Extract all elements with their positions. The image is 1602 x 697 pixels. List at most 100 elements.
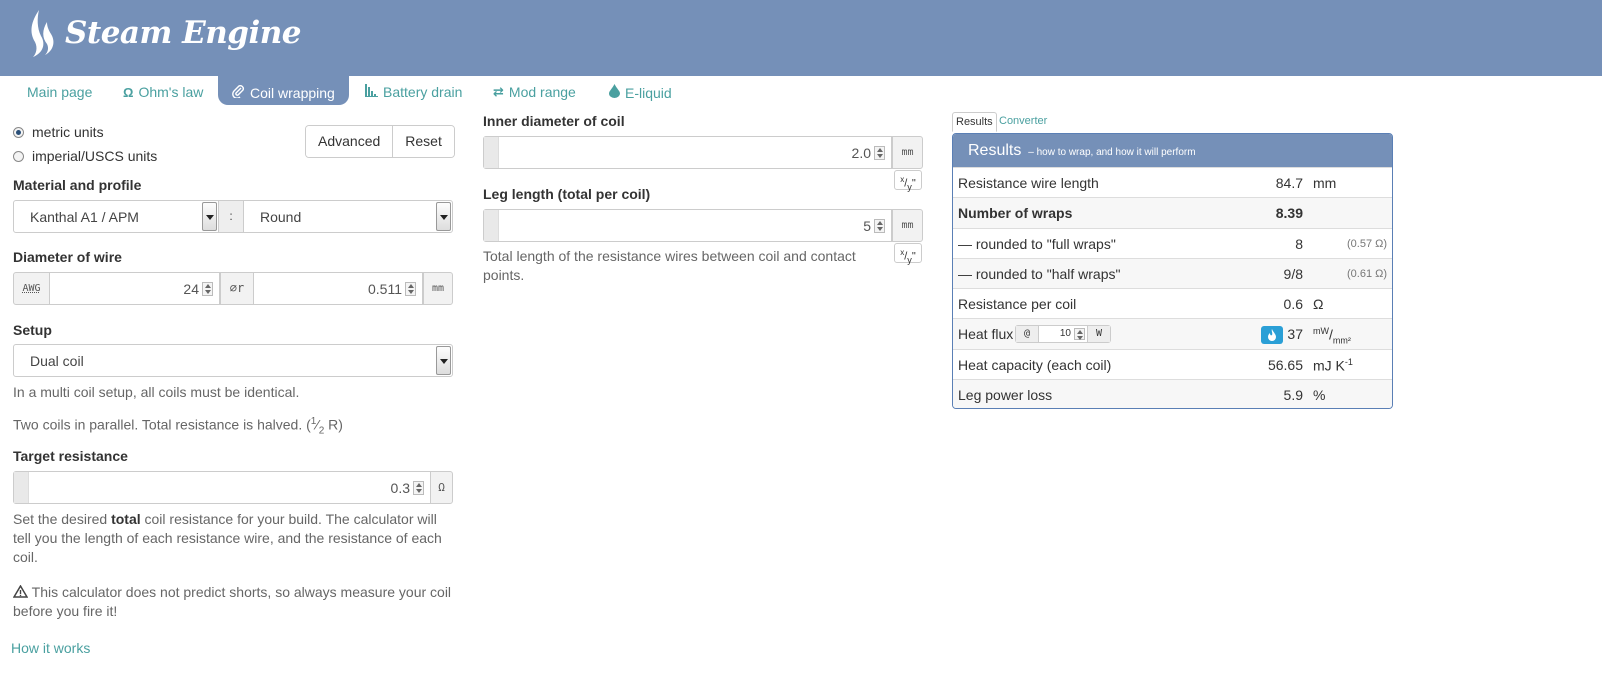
droplet-icon [609,84,620,101]
omega-icon: Ω [123,84,134,100]
material-value: Kanthal A1 / APM [30,209,139,225]
reset-button[interactable]: Reset [392,126,454,157]
result-label: — rounded to "full wraps" [958,235,1116,252]
how-it-works-link[interactable]: How it works [11,640,90,656]
metric-units-radio[interactable]: metric units [13,124,104,140]
leg-length-unit: mm [892,209,923,242]
leg-length-label: Leg length (total per coil) [483,186,651,202]
inner-diameter-input[interactable]: 2.0 [483,136,892,169]
help-text: R) [324,416,343,433]
inner-diameter-spinner[interactable] [874,146,885,160]
setup-help-parallel: Two coils in parallel. Total resistance … [13,416,343,437]
unit-denominator: mm² [1332,335,1351,346]
results-header: Results – how to wrap, and how it will p… [953,134,1392,167]
setup-label: Setup [13,322,52,338]
leg-length-convert-button[interactable]: x/y" [894,243,922,265]
advanced-button[interactable]: Advanced [306,126,393,157]
chevron-down-icon [202,202,217,231]
diameter-symbol-addon: ⌀r [220,272,254,305]
leg-length-spinner[interactable] [874,219,885,233]
leg-length-input[interactable]: 5 [483,209,892,242]
help-text: Two coils in parallel. Total resistance … [13,416,311,433]
material-select[interactable]: Kanthal A1 / APM [13,200,219,233]
warning-icon [12,584,29,598]
radio-button[interactable] [13,150,24,162]
help-bold: total [111,511,141,527]
at-addon: @ [1016,326,1038,343]
help-text: Set the desired [13,511,112,527]
nav-label: Battery drain [383,84,463,100]
awg-label: AWG [22,283,41,294]
radio-label: metric units [32,124,104,140]
flame-icon[interactable] [1261,326,1283,345]
chevron-down-icon [436,346,451,375]
result-row-number-of-wraps: Number of wraps 8.39 [953,197,1392,228]
nav-ohms-law[interactable]: Ω Ohm's law [123,84,203,100]
results-panel: Results – how to wrap, and how it will p… [952,133,1393,409]
result-row-wire-length: Resistance wire length 84.7 mm [953,167,1392,197]
diameter-input[interactable]: 0.511 [254,272,423,305]
awg-input[interactable]: 24 [50,272,220,305]
inner-diameter-label: Inner diameter of coil [483,113,625,129]
material-label: Material and profile [13,177,142,193]
awg-spinner[interactable] [202,282,213,296]
input-handle [484,210,499,241]
radio-button[interactable] [13,126,24,138]
result-label: Resistance wire length [958,175,1099,191]
material-separator: : [219,200,243,233]
result-value: 8 [1295,235,1303,252]
target-resistance-input[interactable]: 0.3 [13,471,431,504]
bar-chart-icon [365,84,378,100]
main-nav: Main page Ω Ohm's law Coil wrapping Batt… [0,76,1602,106]
setup-select[interactable]: Dual coil [13,344,453,377]
result-row-full-wraps: — rounded to "full wraps" 8 (0.57 Ω) [953,227,1392,258]
diameter-spinner[interactable] [405,282,416,296]
result-row-heat-capacity: Heat capacity (each coil) 56.65 mJ K-1 [953,348,1392,379]
nav-main-page[interactable]: Main page [27,84,92,100]
nav-label: Main page [27,84,93,100]
nav-coil-wrapping[interactable]: Coil wrapping [218,76,349,105]
header: Steam Engine [0,0,1602,76]
inner-diameter-convert-button[interactable]: x/y" [894,170,922,192]
watts-input[interactable]: 10 [1038,326,1088,343]
logo[interactable]: Steam Engine [27,8,302,58]
profile-select[interactable]: Round [243,200,453,233]
nav-label: Mod range [508,84,576,100]
input-handle [484,137,499,168]
unit-text: mJ K [1313,357,1345,374]
fraction-numerator: 1 [310,416,317,427]
watts-spinner[interactable] [1074,328,1085,341]
watt-unit: W [1088,326,1110,343]
result-label: Heat flux [958,326,1014,343]
unit-exponent: -1 [1344,356,1353,367]
diameter-unit-addon: mm [423,272,453,305]
inner-diameter-value: 2.0 [851,145,871,161]
result-unit: mm [1313,175,1337,191]
result-label: Leg power loss [958,387,1053,404]
results-title: Results [968,142,1022,159]
nav-label: Coil wrapping [250,84,335,101]
imperial-units-radio[interactable]: imperial/USCS units [13,148,157,164]
profile-value: Round [260,209,302,225]
nav-label: E-liquid [625,84,672,101]
tab-converter[interactable]: Converter [996,112,1050,132]
target-resistance-spinner[interactable] [413,481,424,495]
target-resistance-help: Set the desired total coil resistance fo… [13,510,453,567]
result-value: 84.7 [1275,175,1303,191]
results-subtitle: – how to wrap, and how it will perform [1028,147,1196,158]
nav-e-liquid[interactable]: E-liquid [609,84,672,101]
result-unit: % [1313,387,1326,404]
result-unit: Ω [1313,296,1324,313]
result-value: 37 [1287,326,1303,343]
unit-numerator: mW [1313,326,1329,337]
arrows-icon: ⇄ [493,84,504,99]
nav-battery-drain[interactable]: Battery drain [365,84,462,100]
result-unit: mJ K-1 [1313,357,1353,374]
chevron-down-icon [436,202,451,231]
nav-mod-range[interactable]: ⇄ Mod range [493,84,576,100]
result-label: — rounded to "half wraps" [958,265,1121,282]
tab-results[interactable]: Results [952,112,997,132]
result-unit: mW/mm² [1313,326,1351,346]
result-value: 0.6 [1283,296,1303,313]
ohm-unit-addon: Ω [430,471,453,504]
